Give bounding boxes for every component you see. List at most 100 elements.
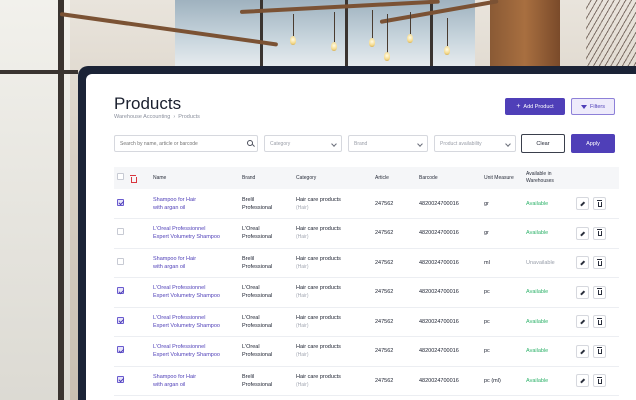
row-checkbox[interactable] [117, 228, 124, 236]
table-row[interactable]: L'Oreal Professionnel Expert Volumetry S… [114, 219, 619, 249]
brand-cell: Brelil Professional [239, 189, 293, 219]
light-bulb-icon [290, 36, 296, 45]
edit-button[interactable] [576, 197, 589, 210]
brand-line2: Professional [242, 352, 273, 359]
edit-button[interactable] [576, 374, 589, 388]
trash-icon [597, 376, 602, 384]
product-name-line2[interactable]: with argan oil [153, 263, 236, 271]
brand-line2: Professional [242, 263, 273, 270]
product-name-line1[interactable]: Shampoo for Hair [153, 255, 236, 263]
product-name-line2[interactable]: with argan oil [153, 381, 236, 389]
product-name-line1[interactable]: L'Oreal Professionnel [153, 314, 236, 322]
table-row[interactable]: L'Oreal Professionnel Expert Volumetry S… [114, 337, 619, 366]
article-cell: 247562 [375, 318, 394, 325]
product-name-line2[interactable]: Expert Volumetry Shampoo [153, 322, 236, 330]
delete-button[interactable] [593, 285, 606, 299]
edit-button[interactable] [576, 344, 589, 358]
select-all-checkbox[interactable] [117, 173, 124, 180]
actions-cell [573, 248, 619, 278]
edit-button[interactable] [576, 226, 589, 240]
product-name-line2[interactable]: Expert Volumetry Shampoo [153, 233, 236, 241]
unit-cell: gr [484, 230, 489, 237]
product-name-line2[interactable]: with argan oil [153, 204, 236, 212]
product-name-cell: Shampoo for Hair with argan oil [150, 366, 239, 396]
product-name-line1[interactable]: L'Oreal Professionnel [153, 343, 236, 351]
apply-button[interactable]: Apply [571, 134, 615, 153]
availability-select[interactable]: Product availability [434, 135, 516, 152]
column-header-barcode[interactable]: Barcode [416, 167, 481, 189]
delete-button[interactable] [593, 226, 606, 240]
category-sub: (Hair) [296, 234, 309, 241]
row-select-cell [114, 278, 150, 308]
brand-line1: L'Oreal [242, 344, 260, 351]
category-cell: Hair care products (Hair) [293, 278, 372, 308]
column-header-unit[interactable]: Unit Measure [481, 167, 523, 189]
brand-cell: Brelil Professional [239, 248, 293, 278]
category-cell: Hair care products (Hair) [293, 189, 372, 219]
brand-line2: Professional [242, 204, 273, 211]
product-name-line2[interactable]: Expert Volumetry Shampoo [153, 351, 236, 359]
table-row[interactable]: Shampoo for Hair with argan oil Brelil P… [114, 248, 619, 278]
category-name: Hair care products [296, 196, 341, 203]
delete-button[interactable] [593, 374, 606, 388]
column-header-category[interactable]: Category [293, 167, 372, 189]
search-input[interactable] [120, 140, 257, 147]
row-checkbox[interactable] [117, 257, 124, 265]
availability-cell: Available [526, 289, 549, 296]
chevron-down-icon [417, 141, 423, 147]
delete-button[interactable] [593, 315, 606, 329]
category-sub: (Hair) [296, 352, 309, 359]
actions-cell [573, 366, 619, 396]
add-product-button[interactable]: + Add Product [505, 98, 565, 115]
row-checkbox[interactable] [117, 316, 124, 324]
unit-cell: pc [484, 318, 490, 325]
search-icon[interactable] [247, 140, 253, 146]
header-select-cell [114, 167, 150, 189]
unit-cell: ml [484, 259, 490, 266]
brand-line1: Brelil [242, 255, 255, 262]
brand-select[interactable]: Brand [348, 135, 428, 152]
category-sub: (Hair) [296, 381, 309, 388]
table-row[interactable]: L'Oreal Professionnel Expert Volumetry S… [114, 307, 619, 337]
column-header-availability[interactable]: Available in Warehouses [523, 167, 573, 189]
column-header-brand[interactable]: Brand [239, 167, 293, 189]
table-row[interactable]: Shampoo for Hair with argan oil Brelil P… [114, 366, 619, 396]
product-name-cell: L'Oreal Professionnel Expert Volumetry S… [150, 219, 239, 249]
actions-cell [573, 219, 619, 249]
delete-button[interactable] [593, 256, 606, 270]
edit-button[interactable] [576, 315, 589, 329]
product-name-line1[interactable]: L'Oreal Professionnel [153, 225, 236, 233]
category-sub: (Hair) [296, 263, 309, 270]
delete-button[interactable] [593, 197, 606, 210]
table-row[interactable]: Shampoo for Hair with argan oil Brelil P… [114, 189, 619, 219]
delete-selected-icon[interactable] [130, 175, 137, 184]
column-header-article[interactable]: Article [372, 167, 416, 189]
table-row[interactable]: L'Oreal Professionnel Expert Volumetry S… [114, 278, 619, 308]
filters-button[interactable]: Filters [571, 98, 615, 115]
row-checkbox[interactable] [117, 287, 124, 295]
filter-icon [581, 104, 587, 109]
pencil-icon [580, 201, 585, 206]
row-checkbox[interactable] [117, 375, 124, 383]
column-header-name[interactable]: Name [150, 167, 239, 189]
brand-cell: L'Oreal Professional [239, 219, 293, 249]
article-cell: 247562 [375, 377, 394, 384]
edit-button[interactable] [576, 285, 589, 299]
product-name-line1[interactable]: Shampoo for Hair [153, 196, 236, 204]
breadcrumb-item[interactable]: Warehouse Accounting [114, 114, 170, 120]
category-cell: Hair care products (Hair) [293, 366, 372, 396]
product-name-line1[interactable]: L'Oreal Professionnel [153, 284, 236, 292]
row-checkbox[interactable] [117, 198, 124, 206]
clear-button[interactable]: Clear [521, 134, 565, 153]
edit-button[interactable] [576, 256, 589, 270]
row-checkbox[interactable] [117, 346, 124, 354]
light-bulb-icon [444, 46, 450, 55]
delete-button[interactable] [593, 344, 606, 358]
category-select[interactable]: Category [264, 135, 342, 152]
light-bulb-icon [331, 42, 337, 51]
category-name: Hair care products [296, 314, 341, 321]
product-name-line2[interactable]: Expert Volumetry Shampoo [153, 292, 236, 300]
light-bulb-icon [369, 38, 375, 47]
search-field[interactable] [114, 135, 258, 152]
product-name-line1[interactable]: Shampoo for Hair [153, 373, 236, 381]
